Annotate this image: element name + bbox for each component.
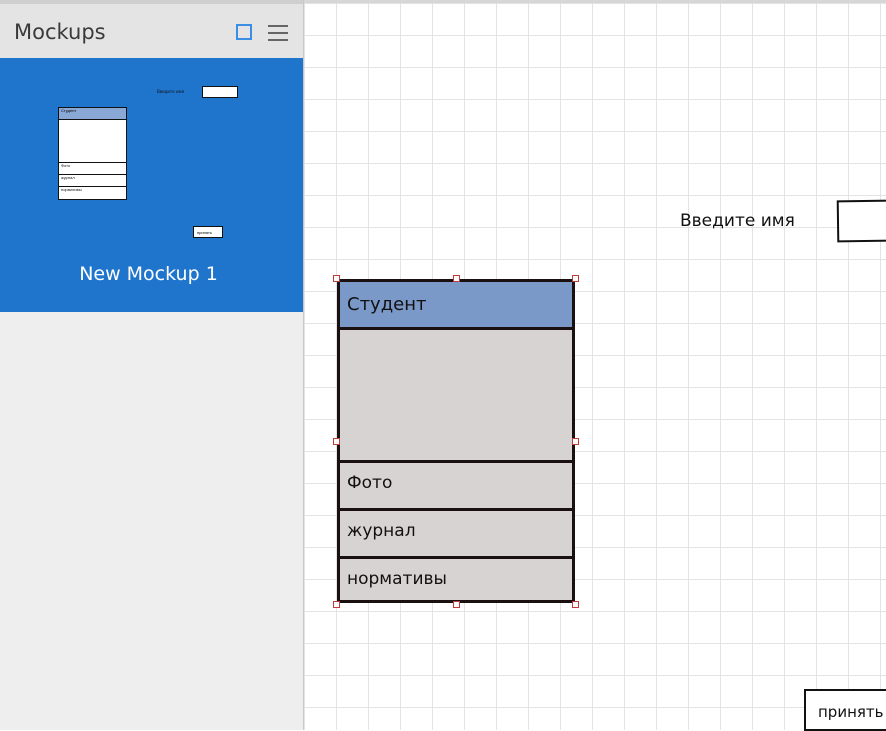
mockup-thumbnail: Введите имя Студент Фото журнал норматив… [0,58,303,248]
accept-button[interactable]: принять [804,689,886,731]
thumbnail-name-input [202,86,238,98]
resize-handle-bottom-right[interactable] [572,601,579,608]
menu-icon[interactable] [268,24,288,42]
thumbnail-list: Студент Фото журнал нормативы [58,107,127,200]
mockups-panel: Mockups Введите имя Студент Фото журнал … [0,0,304,730]
mockup-name: New Mockup 1 [79,263,218,285]
name-input[interactable] [836,199,886,243]
panel-header: Mockups [0,0,303,58]
thumbnail-list-item: нормативы [59,186,126,199]
square-icon[interactable] [236,24,252,40]
name-label: Введите имя [680,211,795,231]
resize-handle-left[interactable] [333,438,340,445]
resize-handle-top-left[interactable] [333,275,340,282]
resize-handle-right[interactable] [572,438,579,445]
list-header[interactable]: Студент [340,282,572,330]
thumbnail-list-item: журнал [59,174,126,186]
thumbnail-list-item: Фото [59,162,126,174]
design-canvas[interactable]: Введите имя Студент Фото журнал норматив… [304,0,886,731]
thumbnail-button: принять [193,226,223,238]
panel-title: Mockups [14,20,106,44]
list-item-photo[interactable]: Фото [340,460,572,505]
mockup-tile[interactable]: Введите имя Студент Фото журнал норматив… [0,58,303,312]
thumbnail-list-header: Студент [59,108,126,120]
resize-handle-bottom-left[interactable] [333,601,340,608]
student-list[interactable]: Студент Фото журнал нормативы [337,279,575,603]
list-item-journal[interactable]: журнал [340,508,572,553]
resize-handle-top-right[interactable] [572,275,579,282]
resize-handle-bottom[interactable] [453,601,460,608]
list-item-norms[interactable]: нормативы [340,556,572,600]
resize-handle-top[interactable] [453,275,460,282]
thumbnail-name-label: Введите имя [157,89,185,94]
